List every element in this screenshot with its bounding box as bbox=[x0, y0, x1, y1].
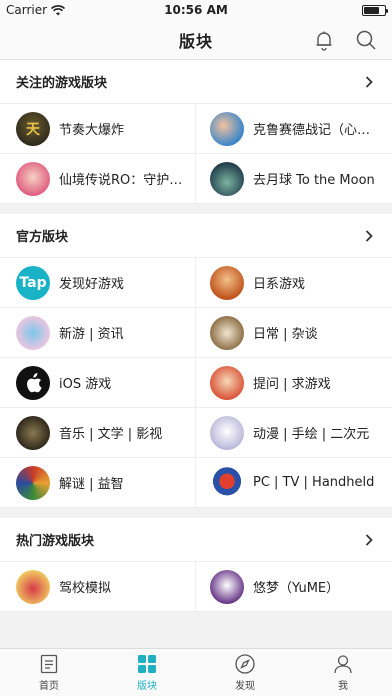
board-label: 仙境传说RO：守护… bbox=[59, 173, 183, 188]
board-label: 节奏大爆炸 bbox=[59, 123, 125, 138]
game-avatar bbox=[210, 111, 244, 146]
battery-fill bbox=[364, 6, 379, 14]
apple-icon bbox=[16, 365, 50, 400]
game-avatar bbox=[210, 569, 244, 604]
board-label: 新游 | 资讯 bbox=[59, 327, 124, 342]
tap-logo-text: Tap bbox=[19, 274, 47, 291]
tab-label: 发现 bbox=[235, 681, 255, 692]
section-header[interactable]: 关注的游戏版块 bbox=[0, 60, 392, 104]
section-hot: 热门游戏版块 驾校模拟 悠梦（YuME） bbox=[0, 518, 392, 612]
board-label: 发现好游戏 bbox=[59, 277, 125, 292]
board-item[interactable]: 悠梦（YuME） bbox=[196, 562, 392, 612]
board-item[interactable]: iOS 游戏 bbox=[0, 358, 196, 408]
section-header[interactable]: 官方版块 bbox=[0, 214, 392, 258]
board-item[interactable]: 驾校模拟 bbox=[0, 562, 196, 612]
section-title: 官方版块 bbox=[16, 230, 69, 245]
section-header[interactable]: 热门游戏版块 bbox=[0, 518, 392, 562]
board-item[interactable]: 解谜 | 益智 bbox=[0, 458, 196, 508]
section-title: 关注的游戏版块 bbox=[16, 76, 108, 91]
board-label: 克鲁赛德战记（心… bbox=[253, 123, 371, 138]
tab-boards[interactable]: 版块 bbox=[98, 649, 196, 696]
board-grid: 驾校模拟 悠梦（YuME） bbox=[0, 562, 392, 612]
chevron-right-icon bbox=[365, 75, 373, 88]
tap-logo: Tap bbox=[16, 265, 50, 300]
game-avatar bbox=[210, 365, 244, 400]
game-avatar bbox=[16, 315, 50, 350]
board-label: 解谜 | 益智 bbox=[59, 477, 124, 492]
board-item[interactable]: 克鲁赛德战记（心… bbox=[196, 104, 392, 154]
game-avatar bbox=[210, 161, 244, 196]
game-avatar bbox=[16, 161, 50, 196]
tab-me[interactable]: 我 bbox=[294, 649, 392, 696]
game-avatar bbox=[16, 415, 50, 450]
user-icon bbox=[334, 655, 352, 674]
compass-icon bbox=[235, 654, 255, 674]
board-item[interactable]: 天 节奏大爆炸 bbox=[0, 104, 196, 154]
board-label: 动漫 | 手绘 | 二次元 bbox=[253, 427, 370, 442]
board-label: 音乐 | 文学 | 影视 bbox=[59, 427, 163, 442]
nav-bar: 版块 bbox=[0, 20, 392, 60]
app-screen: Carrier 10:56 AM 版块 关注的游戏版块 天 节奏大爆炸 克鲁赛德… bbox=[0, 0, 392, 696]
carrier-group: Carrier bbox=[6, 3, 66, 17]
board-label: 去月球 To the Moon bbox=[253, 173, 375, 188]
board-label: 提问 | 求游戏 bbox=[253, 377, 331, 392]
home-icon bbox=[40, 654, 58, 674]
tab-label: 我 bbox=[338, 681, 348, 692]
section-official: 官方版块 Tap 发现好游戏 日系游戏 新游 | 资讯 日常 | 杂谈 iOS … bbox=[0, 214, 392, 508]
tab-bar: 首页 版块 发现 我 bbox=[0, 648, 392, 696]
board-item[interactable]: 新游 | 资讯 bbox=[0, 308, 196, 358]
board-grid: Tap 发现好游戏 日系游戏 新游 | 资讯 日常 | 杂谈 iOS 游戏 提问… bbox=[0, 258, 392, 508]
game-avatar bbox=[210, 315, 244, 350]
game-avatar bbox=[210, 265, 244, 300]
board-item[interactable]: Tap 发现好游戏 bbox=[0, 258, 196, 308]
chevron-right-icon bbox=[365, 533, 373, 546]
game-avatar bbox=[16, 569, 50, 604]
board-label: 日常 | 杂谈 bbox=[253, 327, 318, 342]
wifi-icon bbox=[51, 4, 66, 15]
tab-home[interactable]: 首页 bbox=[0, 649, 98, 696]
status-bar: Carrier 10:56 AM bbox=[0, 0, 392, 20]
grid-icon bbox=[138, 655, 156, 673]
board-item[interactable]: PC | TV | Handheld bbox=[196, 458, 392, 508]
board-item[interactable]: 仙境传说RO：守护… bbox=[0, 154, 196, 204]
board-grid: 天 节奏大爆炸 克鲁赛德战记（心… 仙境传说RO：守护… 去月球 To the … bbox=[0, 104, 392, 204]
game-avatar bbox=[210, 465, 244, 500]
game-avatar bbox=[16, 465, 50, 500]
search-icon[interactable] bbox=[354, 28, 378, 52]
board-label: 悠梦（YuME） bbox=[253, 581, 340, 596]
content-scroll[interactable]: 关注的游戏版块 天 节奏大爆炸 克鲁赛德战记（心… 仙境传说RO：守护… 去月球… bbox=[0, 60, 392, 648]
board-item[interactable]: 日常 | 杂谈 bbox=[196, 308, 392, 358]
section-followed: 关注的游戏版块 天 节奏大爆炸 克鲁赛德战记（心… 仙境传说RO：守护… 去月球… bbox=[0, 60, 392, 204]
battery-icon bbox=[362, 4, 388, 16]
carrier-label: Carrier bbox=[6, 3, 48, 17]
board-item[interactable]: 动漫 | 手绘 | 二次元 bbox=[196, 408, 392, 458]
section-title: 热门游戏版块 bbox=[16, 534, 95, 549]
board-item[interactable]: 音乐 | 文学 | 影视 bbox=[0, 408, 196, 458]
game-avatar bbox=[210, 415, 244, 450]
board-label: 日系游戏 bbox=[253, 277, 306, 292]
board-item[interactable]: 提问 | 求游戏 bbox=[196, 358, 392, 408]
nav-actions bbox=[312, 28, 378, 52]
board-label: 驾校模拟 bbox=[59, 581, 112, 596]
board-label: iOS 游戏 bbox=[59, 377, 112, 392]
bell-icon[interactable] bbox=[312, 28, 336, 52]
tab-discover[interactable]: 发现 bbox=[196, 649, 294, 696]
page-title: 版块 bbox=[178, 31, 213, 51]
game-avatar: 天 bbox=[16, 111, 50, 146]
tab-label: 版块 bbox=[137, 681, 157, 692]
board-label: PC | TV | Handheld bbox=[253, 475, 375, 490]
chevron-right-icon bbox=[365, 229, 373, 242]
tab-label: 首页 bbox=[39, 681, 59, 692]
board-item[interactable]: 去月球 To the Moon bbox=[196, 154, 392, 204]
board-item[interactable]: 日系游戏 bbox=[196, 258, 392, 308]
